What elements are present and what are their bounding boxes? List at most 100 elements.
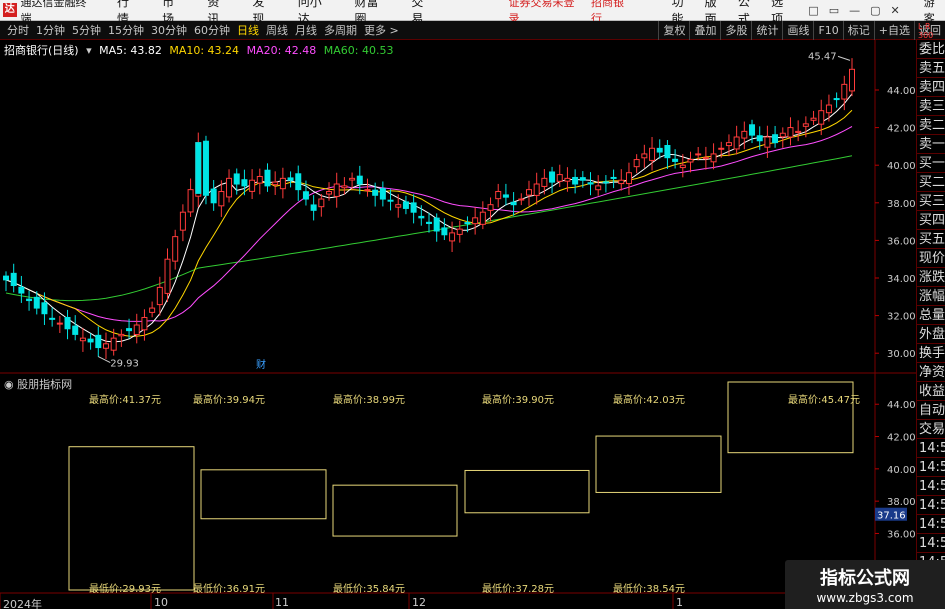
side-panel-row[interactable]: 买五: [917, 230, 945, 249]
tool-f10-button[interactable]: F10: [813, 21, 842, 40]
side-panel-row[interactable]: 买二: [917, 173, 945, 192]
candle-body: [302, 191, 309, 200]
window-close-icon[interactable]: ✕: [891, 4, 900, 17]
side-panel-row[interactable]: 自动: [917, 401, 945, 420]
toolbar-right-tools: 复权 叠加 多股 统计 画线 F10 标记 +自选 返回: [658, 21, 945, 40]
period-multi[interactable]: 多周期: [324, 22, 357, 38]
candle-body: [641, 153, 648, 159]
side-panel-row[interactable]: 14:56: [917, 458, 945, 477]
side-panel-row[interactable]: 14:56: [917, 534, 945, 553]
side-panel-row[interactable]: 卖四: [917, 78, 945, 97]
candle-body: [810, 117, 817, 121]
side-panel-row[interactable]: 卖五: [917, 59, 945, 78]
box-low-label: 最低价:36.91元: [193, 582, 265, 595]
candle-body: [441, 227, 448, 236]
date-axis-label: 12: [412, 596, 426, 609]
tool-mark-button[interactable]: 标记: [842, 21, 874, 40]
candle-body: [56, 322, 63, 325]
dropdown-arrow-icon[interactable]: ▾: [86, 44, 92, 57]
indicator-tick-label: 42.00: [887, 433, 916, 444]
period-monthly[interactable]: 月线: [295, 22, 317, 38]
period-15min[interactable]: 15分钟: [108, 22, 144, 38]
candle-body: [610, 176, 617, 179]
candle-body: [533, 183, 540, 196]
candle-body: [149, 307, 156, 313]
side-panel-row[interactable]: 总量: [917, 306, 945, 325]
period-30min[interactable]: 30分钟: [151, 22, 187, 38]
period-60min[interactable]: 60分钟: [194, 22, 230, 38]
range-box: [68, 446, 195, 591]
period-1min[interactable]: 1分钟: [36, 22, 65, 38]
candle-body: [79, 337, 86, 342]
event-marker: 财: [256, 358, 266, 371]
candle-body: [579, 177, 586, 181]
period-daily[interactable]: 日线: [237, 22, 259, 38]
period-more[interactable]: 更多 >: [364, 22, 399, 38]
candle-body: [279, 177, 286, 190]
box-low-label: 最低价:38.54元: [613, 582, 685, 595]
side-panel-row[interactable]: 买四: [917, 211, 945, 230]
side-panel-row[interactable]: 收益: [917, 382, 945, 401]
price-tick-label: 30.00: [887, 349, 916, 360]
side-panel-row[interactable]: 换手: [917, 344, 945, 363]
candle-body: [572, 176, 579, 185]
side-panel-row[interactable]: 交易: [917, 420, 945, 439]
candle-body: [3, 275, 9, 281]
candle-body: [172, 236, 179, 262]
candle-body: [510, 201, 517, 206]
side-panel-row[interactable]: 涨幅: [917, 287, 945, 306]
side-panel-row[interactable]: 卖一: [917, 135, 945, 154]
period-intraday[interactable]: 分时: [7, 22, 29, 38]
chart-canvas[interactable]: 29.93 45.47 财 最高价:41.37元最低价:29.93元 最高价:39.9…: [0, 40, 916, 609]
price-tick-label: 38.00: [887, 199, 916, 210]
candle-body: [556, 174, 563, 182]
side-panel-row[interactable]: 14:56: [917, 439, 945, 458]
window-maximize-icon[interactable]: ▢: [870, 4, 880, 17]
candle-body: [802, 123, 809, 127]
range-box: [727, 381, 854, 454]
price-tick-label: 36.00: [887, 236, 916, 247]
candle-body: [695, 153, 702, 156]
candle-body: [679, 164, 686, 169]
tool-adjust-button[interactable]: 复权: [658, 21, 689, 40]
side-panel-row[interactable]: 委比: [917, 40, 945, 59]
side-panel-row[interactable]: 卖二: [917, 116, 945, 135]
side-panel-row[interactable]: 净资: [917, 363, 945, 382]
candle-body: [541, 177, 548, 187]
tool-draw-button[interactable]: 画线: [782, 21, 813, 40]
candle-body: [218, 191, 225, 207]
tool-stats-button[interactable]: 统计: [751, 21, 782, 40]
tool-add-watchlist-button[interactable]: +自选: [873, 21, 914, 40]
candle-body: [549, 171, 556, 183]
candle-body: [210, 188, 217, 204]
indicator-toggle-icon[interactable]: ◉: [4, 378, 14, 391]
window-restore-icon[interactable]: □: [808, 4, 818, 17]
side-panel-row[interactable]: 卖三: [917, 97, 945, 116]
ma10-label: MA10: 43.24: [169, 44, 240, 57]
indicator-name[interactable]: 股朋指标网: [17, 378, 72, 391]
side-panel-row[interactable]: 买三: [917, 192, 945, 211]
watermark-url: www.zbgs3.com: [816, 591, 914, 605]
tool-multi-stock-button[interactable]: 多股: [720, 21, 751, 40]
tool-overlay-button[interactable]: 叠加: [689, 21, 720, 40]
range-box: [464, 469, 590, 514]
side-panel-row[interactable]: 外盘: [917, 325, 945, 344]
side-panel-row[interactable]: 14:56: [917, 477, 945, 496]
window-tile-icon[interactable]: ▭: [829, 4, 839, 17]
period-toolbar: 分时 1分钟 5分钟 15分钟 30分钟 60分钟 日线 周线 月线 多周期 更…: [0, 21, 945, 40]
side-panel-row[interactable]: 涨跌: [917, 268, 945, 287]
candle-body: [10, 272, 17, 287]
stock-title[interactable]: 招商银行(日线): [4, 44, 79, 57]
window-minimize-icon[interactable]: —: [849, 4, 860, 17]
candle-body: [487, 204, 494, 211]
side-panel-row[interactable]: 14:56: [917, 496, 945, 515]
candlestick-series: 29.93 45.47 财: [3, 51, 855, 371]
candle-body: [464, 222, 471, 225]
period-5min[interactable]: 5分钟: [72, 22, 101, 38]
period-weekly[interactable]: 周线: [266, 22, 288, 38]
candle-body: [256, 175, 263, 184]
side-panel-row[interactable]: 现价: [917, 249, 945, 268]
side-panel-row[interactable]: 买一: [917, 154, 945, 173]
side-panel-row[interactable]: 14:56: [917, 515, 945, 534]
candle-body: [87, 338, 94, 343]
